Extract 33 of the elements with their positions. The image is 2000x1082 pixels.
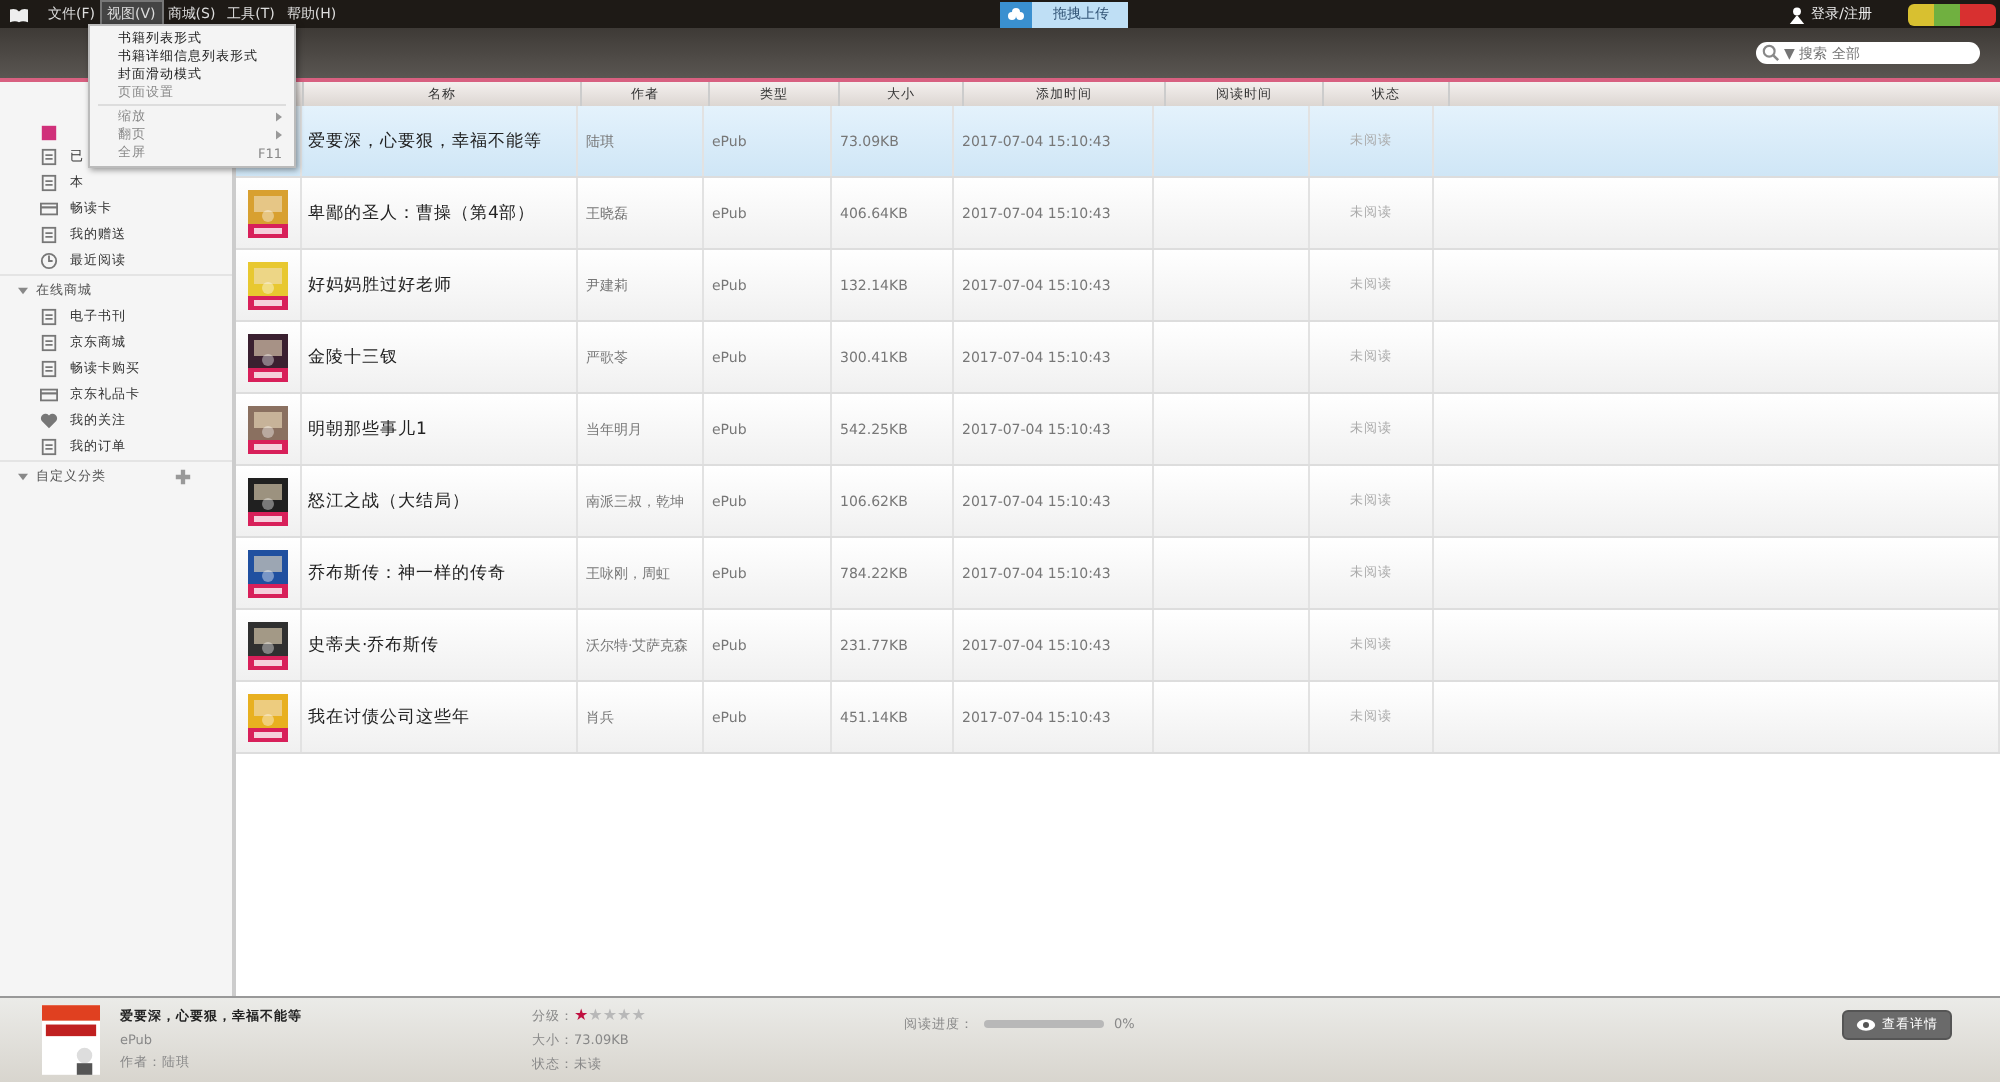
card-icon [40,386,58,404]
add-icon[interactable] [174,467,192,485]
document-icon [40,360,58,378]
document-icon [40,438,58,456]
expand-icon[interactable] [18,285,28,295]
table-cell: 史蒂夫·乔布斯传 [302,610,578,680]
bookmark-icon [40,123,58,141]
cloud-icon [1006,6,1027,22]
search-icon [1762,44,1780,62]
document-icon [40,226,58,244]
document-icon [40,334,58,352]
user-icon [1787,5,1806,23]
table-cell: 我在讨债公司这些年 [302,682,578,752]
document-icon [40,174,58,192]
table-cell: 好妈妈胜过好老师 [302,250,578,320]
table-cell: 金陵十三钗 [302,322,578,392]
heart-icon [40,412,58,430]
close-button[interactable] [1960,3,1997,25]
minimize-button[interactable] [1908,3,1935,25]
table-cell: 怒江之战（大结局） [302,466,578,536]
table-cell: 卑鄙的圣人：曹操（第4部） [302,178,578,248]
book-logo-icon [8,5,30,23]
maximize-button[interactable] [1934,3,1961,25]
table-cell: 爱要深，心要狠，幸福不能等 [302,106,578,176]
star-icon[interactable]: ★ [574,1008,589,1024]
clock-icon [40,252,58,270]
table-cell: 明朝那些事儿1 [302,394,578,464]
eye-icon [1856,1017,1876,1031]
document-icon [40,308,58,326]
document-icon [40,148,58,166]
card-icon [40,200,58,218]
expand-icon[interactable] [18,471,28,481]
table-cell: 乔布斯传：神一样的传奇 [302,538,578,608]
